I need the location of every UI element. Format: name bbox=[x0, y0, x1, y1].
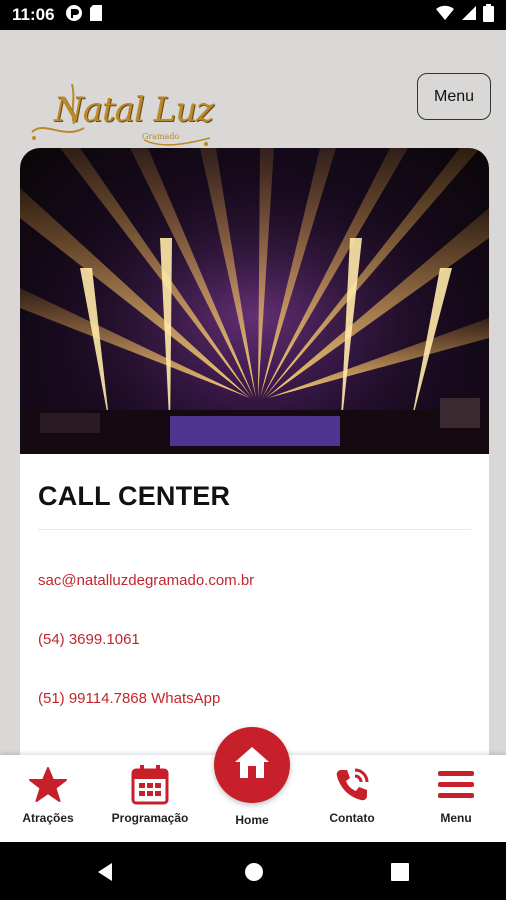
signal-icon bbox=[461, 5, 477, 26]
fireworks-hero-image bbox=[20, 148, 489, 454]
system-navigation-bar bbox=[0, 842, 506, 900]
menu-button[interactable]: Menu bbox=[417, 73, 491, 120]
sd-card-icon bbox=[89, 4, 103, 27]
hamburger-menu-icon bbox=[436, 763, 476, 807]
phone-link[interactable]: (54) 3699.1061 bbox=[38, 631, 140, 648]
nav-label-menu: Menu bbox=[440, 811, 472, 825]
wifi-icon bbox=[435, 5, 455, 26]
nav-label-contato: Contato bbox=[329, 811, 375, 825]
status-bar: 11:06 bbox=[0, 0, 506, 30]
home-button-icon[interactable] bbox=[244, 862, 264, 887]
email-link[interactable]: sac@natalluzdegramado.com.br bbox=[38, 572, 254, 589]
nav-item-home[interactable] bbox=[214, 727, 290, 803]
nav-item-contato[interactable]: Contato bbox=[302, 755, 402, 842]
divider bbox=[38, 529, 471, 530]
natal-luz-logo[interactable]: Natal Luz Gramado bbox=[24, 80, 216, 150]
status-time: 11:06 bbox=[12, 5, 55, 24]
app-screen: Natal Luz Gramado Menu CALL CENTER sac@n… bbox=[0, 30, 506, 842]
battery-icon bbox=[483, 3, 494, 27]
logo-subtext: Gramado bbox=[142, 132, 180, 141]
card-title: CALL CENTER bbox=[38, 481, 231, 511]
calendar-icon bbox=[130, 763, 170, 807]
star-icon bbox=[28, 763, 68, 807]
nav-label-programacao: Programação bbox=[111, 811, 189, 825]
recents-icon[interactable] bbox=[391, 863, 409, 886]
nav-label-home: Home bbox=[235, 813, 269, 827]
logo-text: Natal Luz bbox=[54, 90, 214, 130]
nav-item-programacao[interactable]: Programação bbox=[100, 755, 200, 842]
nav-item-menu[interactable]: Menu bbox=[406, 755, 506, 842]
header: Natal Luz Gramado Menu bbox=[0, 30, 506, 148]
nav-label-atracoes: Atrações bbox=[22, 811, 74, 825]
back-icon[interactable] bbox=[96, 862, 114, 887]
pocket-casts-icon bbox=[65, 4, 83, 27]
nav-item-atracoes[interactable]: Atrações bbox=[0, 755, 98, 842]
phone-call-icon bbox=[332, 763, 372, 807]
home-icon bbox=[232, 744, 272, 787]
whatsapp-link[interactable]: (51) 99114.7868 WhatsApp bbox=[38, 690, 220, 707]
